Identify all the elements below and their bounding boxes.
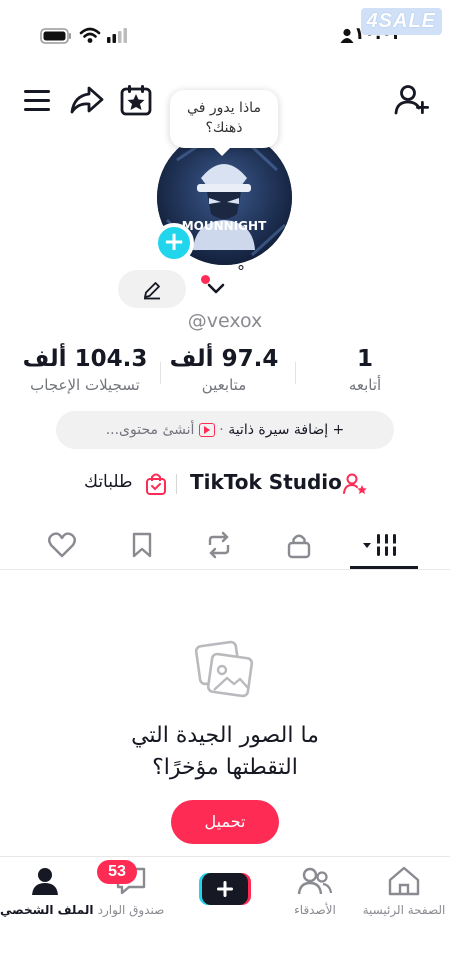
edit-profile-button[interactable] (118, 270, 186, 308)
chevron-down-icon[interactable] (206, 282, 226, 296)
signal-icon (107, 28, 127, 43)
videos-tab[interactable] (338, 520, 428, 570)
add-avatar-button[interactable]: + (154, 223, 194, 263)
likes-label: تسجيلات الإعجاب (30, 376, 140, 394)
bookmark-icon (132, 532, 152, 558)
stats-divider (160, 362, 161, 384)
pencil-icon (144, 282, 160, 300)
nav-profile-label: الملف الشخصي (0, 903, 94, 917)
shopping-bag-icon (146, 473, 166, 495)
username-handle: @vexox (187, 310, 263, 332)
video-create-icon (198, 423, 215, 437)
calendar-star-icon[interactable] (118, 82, 154, 118)
likes-count: 104.3 ألف (22, 346, 148, 372)
nav-friends-label: الأصدقاء (294, 903, 336, 917)
profile-icon (32, 868, 58, 895)
bio-actions-row[interactable]: + إضافة سيرة ذاتية · أنشئ محتوى... (56, 411, 394, 449)
status-bar: ١٠:٠٢ 4SALE (0, 0, 450, 70)
links-separator (176, 474, 177, 494)
battery-icon (40, 28, 71, 44)
nav-home[interactable]: الصفحة الرئيسية (359, 865, 449, 917)
following-count[interactable]: 1 (325, 346, 405, 372)
nav-home-label: الصفحة الرئيسية (362, 903, 446, 917)
avatar-text: MOUNNIGHT (182, 219, 267, 233)
add-bio-link[interactable]: + إضافة سيرة ذاتية (228, 422, 344, 438)
create-button[interactable] (199, 872, 251, 906)
empty-state-line2: التقطتها مؤخرًا؟ (152, 755, 298, 780)
person-status-icon (340, 28, 354, 43)
photos-icon (194, 640, 254, 698)
stats-divider (295, 362, 296, 384)
favorites-tab[interactable] (97, 520, 187, 570)
inbox-badge: 53 (97, 860, 137, 884)
friends-icon (297, 867, 333, 895)
hamburger-icon[interactable] (21, 82, 57, 118)
create-content-link[interactable]: أنشئ محتوى... (106, 422, 195, 438)
empty-state-line1: ما الصور الجيدة التي (131, 723, 319, 748)
reposts-tab[interactable] (174, 520, 264, 570)
display-name: ° (237, 262, 245, 281)
lock-icon (287, 534, 311, 559)
following-label[interactable]: أتابعه (325, 376, 405, 394)
nav-friends[interactable]: الأصدقاء (270, 865, 360, 917)
orders-link[interactable]: طلباتك (84, 472, 133, 492)
watermark-logo: 4SALE (360, 8, 442, 35)
private-tab[interactable] (254, 520, 344, 570)
nav-inbox-label: صندوق الوارد (97, 903, 165, 917)
empty-state-title: ما الصور الجيدة التي التقطتها مؤخرًا؟ (0, 720, 450, 784)
share-arrow-icon[interactable] (69, 82, 105, 118)
home-icon (388, 866, 420, 896)
followers-label[interactable]: متابعين (164, 376, 284, 394)
add-user-icon[interactable] (394, 82, 430, 118)
tiktok-studio-link[interactable]: TikTok Studio (190, 470, 342, 494)
repost-icon (208, 531, 230, 559)
bio-separator: · (219, 422, 224, 438)
nav-profile[interactable]: الملف الشخصي (0, 865, 94, 917)
note-bubble[interactable]: ماذا يدور في ذهنك؟ (170, 90, 278, 156)
upload-button[interactable]: تحميل (171, 800, 279, 844)
content-tabs (0, 520, 450, 570)
active-tab-indicator (350, 566, 418, 569)
wifi-icon (79, 27, 101, 43)
followers-count[interactable]: 97.4 ألف (164, 346, 284, 372)
creator-star-icon (343, 473, 367, 494)
liked-tab[interactable] (17, 520, 107, 570)
heart-icon (48, 532, 76, 558)
grid-videos-icon (363, 534, 398, 556)
